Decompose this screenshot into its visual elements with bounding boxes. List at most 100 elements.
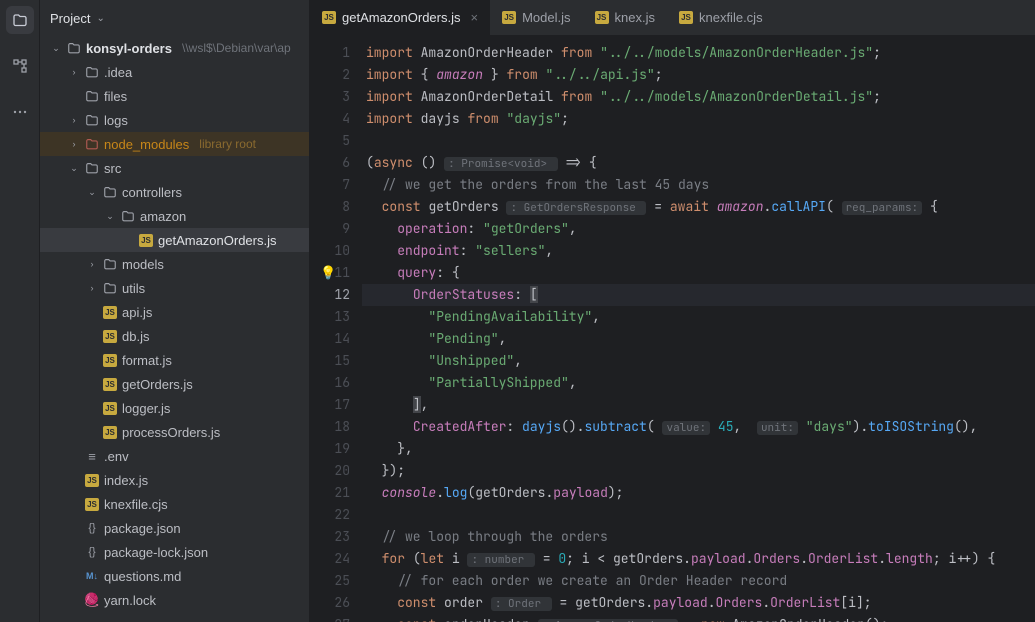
code-line[interactable]: "Pending",: [362, 328, 1035, 350]
tree-node-label: processOrders.js: [122, 425, 220, 440]
tree-node[interactable]: JSgetAmazonOrders.js: [40, 228, 309, 252]
tree-node[interactable]: ⌄src: [40, 156, 309, 180]
tree-node[interactable]: JS api.js: [40, 300, 309, 324]
env-file-icon: ≡: [84, 449, 100, 464]
expand-arrow-icon[interactable]: ›: [86, 259, 98, 269]
tree-node-label: yarn.lock: [104, 593, 156, 608]
tree-node[interactable]: ›models: [40, 252, 309, 276]
tree-node[interactable]: JSindex.js: [40, 468, 309, 492]
code-line[interactable]: const getOrders : GetOrdersResponse = aw…: [362, 196, 1035, 218]
code-line[interactable]: import dayjs from "dayjs";: [362, 108, 1035, 130]
code-line[interactable]: // we loop through the orders: [362, 526, 1035, 548]
tree-node[interactable]: JSprocessOrders.js: [40, 420, 309, 444]
js-file-icon: JS: [679, 11, 693, 24]
tree-node[interactable]: 🧶yarn.lock: [40, 588, 309, 612]
project-sidebar: Project ⌄ ⌄ konsyl-orders \\wsl$\Debian\…: [40, 0, 310, 622]
tab-label: getAmazonOrders.js: [342, 10, 461, 25]
js-file-icon: JS: [84, 474, 100, 487]
code-line[interactable]: "Unshipped",: [362, 350, 1035, 372]
tree-node[interactable]: ⌄amazon: [40, 204, 309, 228]
line-number: 25: [310, 570, 350, 592]
line-number: 4: [310, 108, 350, 130]
code-line[interactable]: "PendingAvailability",: [362, 306, 1035, 328]
js-file-icon: JS: [102, 306, 118, 319]
close-icon[interactable]: ×: [471, 10, 479, 25]
line-number: 3: [310, 86, 350, 108]
code-line[interactable]: OrderStatuses: [: [362, 284, 1035, 306]
code-line[interactable]: const orderHeader : AmazonOrderHeader = …: [362, 614, 1035, 622]
tree-node[interactable]: {}package.json: [40, 516, 309, 540]
expand-arrow-icon[interactable]: ⌄: [68, 163, 80, 174]
code-content[interactable]: import AmazonOrderHeader from "../../mod…: [362, 36, 1035, 622]
project-tool-header[interactable]: Project ⌄: [40, 0, 309, 36]
code-editor[interactable]: 1234567891011121314151617181920212223242…: [310, 36, 1035, 622]
structure-tool-button[interactable]: [6, 52, 34, 80]
expand-arrow-icon[interactable]: ›: [68, 67, 80, 77]
line-number: 22: [310, 504, 350, 526]
folder-icon: [84, 65, 100, 79]
editor-tab[interactable]: JSknexfile.cjs: [667, 0, 775, 35]
code-line[interactable]: const order : Order = getOrders.payload.…: [362, 592, 1035, 614]
code-line[interactable]: import { amazon } from "../../api.js";: [362, 64, 1035, 86]
code-line[interactable]: [362, 130, 1035, 152]
code-line[interactable]: },: [362, 438, 1035, 460]
code-line[interactable]: endpoint: "sellers",: [362, 240, 1035, 262]
intention-bulb-icon[interactable]: 💡: [320, 262, 336, 284]
code-line[interactable]: });: [362, 460, 1035, 482]
expand-arrow-icon[interactable]: ⌄: [50, 43, 62, 54]
tree-node-label: api.js: [122, 305, 152, 320]
code-line[interactable]: for (let i : number = 0; i < getOrders.p…: [362, 548, 1035, 570]
code-line[interactable]: operation: "getOrders",: [362, 218, 1035, 240]
tree-node[interactable]: JSgetOrders.js: [40, 372, 309, 396]
tree-node[interactable]: JSdb.js: [40, 324, 309, 348]
code-line[interactable]: console.log(getOrders.payload);: [362, 482, 1035, 504]
expand-arrow-icon[interactable]: ›: [86, 283, 98, 293]
tree-node[interactable]: JSknexfile.cjs: [40, 492, 309, 516]
project-tree[interactable]: ⌄ konsyl-orders \\wsl$\Debian\var\ap ›.i…: [40, 36, 309, 622]
tree-node[interactable]: JSformat.js: [40, 348, 309, 372]
tree-node[interactable]: ›utils: [40, 276, 309, 300]
chevron-down-icon: ⌄: [96, 13, 104, 24]
tree-node[interactable]: ›node_moduleslibrary root: [40, 132, 309, 156]
code-line[interactable]: import AmazonOrderHeader from "../../mod…: [362, 42, 1035, 64]
code-line[interactable]: // for each order we create an Order Hea…: [362, 570, 1035, 592]
tree-node-label: db.js: [122, 329, 149, 344]
expand-arrow-icon[interactable]: ›: [68, 115, 80, 125]
tree-node[interactable]: ›.idea: [40, 60, 309, 84]
expand-arrow-icon[interactable]: ⌄: [104, 211, 116, 222]
expand-arrow-icon[interactable]: ›: [68, 139, 80, 149]
line-number: 7: [310, 174, 350, 196]
editor-tab[interactable]: JSModel.js: [490, 0, 582, 35]
tree-node[interactable]: {}package-lock.json: [40, 540, 309, 564]
code-line[interactable]: "PartiallyShipped",: [362, 372, 1035, 394]
code-line[interactable]: ],: [362, 394, 1035, 416]
tree-node[interactable]: ≡.env: [40, 444, 309, 468]
code-line[interactable]: query: {: [362, 262, 1035, 284]
line-number: 27: [310, 614, 350, 622]
tree-node-label: package-lock.json: [104, 545, 208, 560]
tree-node[interactable]: files: [40, 84, 309, 108]
folder-icon: [102, 281, 118, 295]
project-root[interactable]: ⌄ konsyl-orders \\wsl$\Debian\var\ap: [40, 36, 309, 60]
tree-node[interactable]: ›logs: [40, 108, 309, 132]
expand-arrow-icon[interactable]: ⌄: [86, 187, 98, 198]
editor-tab[interactable]: JSknex.js: [583, 0, 667, 35]
code-line[interactable]: (async () : Promise<void> => {: [362, 152, 1035, 174]
line-number: 18: [310, 416, 350, 438]
line-number: 8: [310, 196, 350, 218]
tab-label: knex.js: [615, 10, 655, 25]
code-line[interactable]: import AmazonOrderDetail from "../../mod…: [362, 86, 1035, 108]
code-line[interactable]: CreatedAfter: dayjs().subtract( value: 4…: [362, 416, 1035, 438]
tree-node-label: questions.md: [104, 569, 181, 584]
more-tool-button[interactable]: [6, 98, 34, 126]
js-file-icon: JS: [84, 498, 100, 511]
tree-node[interactable]: ⌄controllers: [40, 180, 309, 204]
project-tool-button[interactable]: [6, 6, 34, 34]
tree-node[interactable]: M↓questions.md: [40, 564, 309, 588]
code-line[interactable]: // we get the orders from the last 45 da…: [362, 174, 1035, 196]
folder-icon: [84, 161, 100, 175]
line-number: 19: [310, 438, 350, 460]
tree-node[interactable]: JSlogger.js: [40, 396, 309, 420]
code-line[interactable]: [362, 504, 1035, 526]
editor-tab[interactable]: JSgetAmazonOrders.js×: [310, 0, 490, 35]
